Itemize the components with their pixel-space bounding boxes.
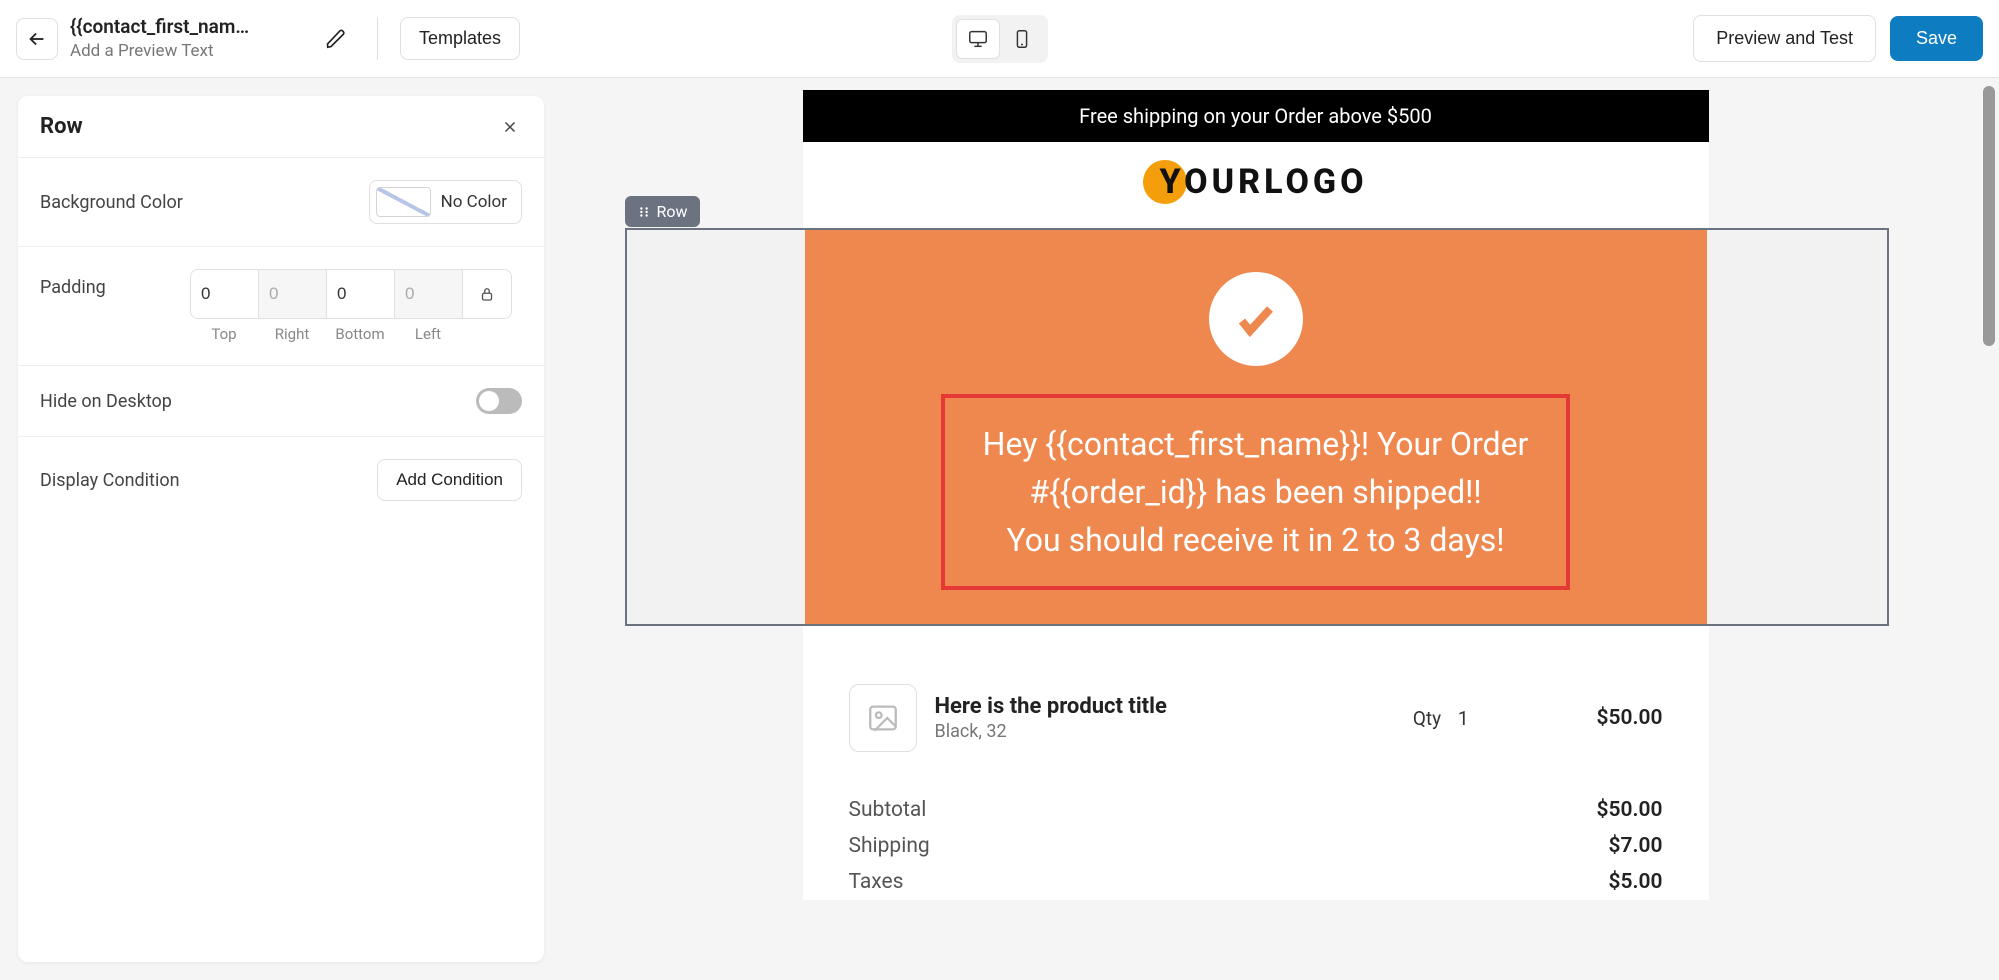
drag-handle-icon [637, 205, 651, 219]
taxes-value: $5.00 [1609, 870, 1663, 894]
close-icon [501, 118, 519, 136]
product-section[interactable]: Here is the product title Black, 32 Qty … [803, 626, 1709, 752]
subtotal-label: Subtotal [849, 798, 927, 822]
padding-top-hint: Top [190, 325, 258, 343]
totals-section[interactable]: Subtotal $50.00 Shipping $7.00 Taxes $5.… [803, 752, 1709, 900]
row-side-left [627, 230, 805, 624]
back-button[interactable] [16, 18, 58, 60]
top-bar: {{contact_first_nam… Add a Preview Text … [0, 0, 1999, 78]
check-circle [1209, 272, 1303, 366]
shipping-label: Shipping [849, 834, 930, 858]
hero-text-block[interactable]: Hey {{contact_first_name}}! Your Order #… [941, 394, 1571, 590]
row-side-right [1707, 230, 1887, 624]
save-button[interactable]: Save [1890, 16, 1983, 61]
desktop-icon [967, 28, 989, 50]
toggle-knob [479, 391, 499, 411]
padding-top-input[interactable] [191, 270, 259, 318]
logo-row[interactable]: YOURLOGO [803, 142, 1709, 228]
padding-right-input[interactable] [259, 270, 327, 318]
product-variant: Black, 32 [935, 721, 1395, 742]
scrollbar-track [1981, 78, 1995, 980]
email-body: Free shipping on your Order above $500 Y… [803, 90, 1709, 900]
hero-line-2: #{{order_id}} has been shipped!! [983, 468, 1529, 516]
arrow-left-icon [26, 28, 48, 50]
taxes-line: Taxes $5.00 [849, 864, 1663, 900]
mobile-icon [1011, 28, 1033, 50]
templates-button[interactable]: Templates [400, 17, 520, 60]
hero-column[interactable]: Hey {{contact_first_name}}! Your Order #… [805, 230, 1707, 624]
display-condition-label: Display Condition [40, 470, 180, 491]
lock-icon [478, 285, 496, 303]
scrollbar-thumb[interactable] [1983, 86, 1995, 346]
canvas[interactable]: Free shipping on your Order above $500 Y… [562, 78, 1999, 980]
properties-panel: Row Background Color No Color Padding [18, 96, 544, 962]
selected-row[interactable]: Hey {{contact_first_name}}! Your Order #… [625, 228, 1889, 626]
check-icon [1232, 295, 1280, 343]
device-toggle [952, 15, 1048, 63]
subtotal-value: $50.00 [1597, 798, 1663, 822]
hide-desktop-label: Hide on Desktop [40, 391, 172, 412]
banner-text: Free shipping on your Order above $500 [1079, 104, 1432, 128]
logo: YOURLOGO [1143, 160, 1367, 204]
panel-title: Row [40, 114, 83, 139]
padding-right-hint: Right [258, 325, 326, 343]
subtotal-line: Subtotal $50.00 [849, 792, 1663, 828]
product-price: $50.00 [1597, 706, 1663, 730]
pencil-icon [325, 28, 347, 50]
preview-text-placeholder[interactable]: Add a Preview Text [70, 40, 270, 62]
product-row: Here is the product title Black, 32 Qty … [849, 684, 1663, 752]
row-tag-label: Row [657, 202, 688, 221]
email-subject: {{contact_first_nam… [70, 15, 270, 40]
shipping-value: $7.00 [1609, 834, 1663, 858]
padding-left-hint: Left [394, 325, 462, 343]
hero-line-1: Hey {{contact_first_name}}! Your Order [983, 420, 1529, 468]
color-swatch-icon [376, 187, 431, 217]
divider [377, 18, 378, 60]
qty-value: 1 [1458, 707, 1469, 730]
edit-subject-button[interactable] [317, 20, 355, 58]
close-panel-button[interactable] [498, 115, 522, 139]
desktop-view-button[interactable] [956, 19, 1000, 59]
mobile-view-button[interactable] [1000, 19, 1044, 59]
padding-label: Padding [40, 269, 190, 298]
padding-lock-button[interactable] [463, 270, 511, 318]
image-icon [866, 701, 900, 735]
taxes-label: Taxes [849, 870, 904, 894]
logo-text: YOURLOGO [1159, 162, 1367, 202]
qty-label: Qty [1413, 707, 1441, 730]
product-title: Here is the product title [935, 694, 1395, 719]
hide-desktop-toggle[interactable] [476, 388, 522, 414]
padding-bottom-hint: Bottom [326, 325, 394, 343]
shipping-line: Shipping $7.00 [849, 828, 1663, 864]
product-image-placeholder [849, 684, 917, 752]
add-condition-button[interactable]: Add Condition [377, 459, 522, 501]
preview-test-button[interactable]: Preview and Test [1693, 15, 1876, 62]
product-qty: Qty 1 [1413, 707, 1469, 730]
padding-bottom-input[interactable] [327, 270, 395, 318]
title-block: {{contact_first_nam… Add a Preview Text [70, 15, 270, 62]
hero-line-3: You should receive it in 2 to 3 days! [983, 516, 1529, 564]
padding-left-input[interactable] [395, 270, 463, 318]
background-color-label: Background Color [40, 192, 183, 213]
row-selection-tag[interactable]: Row [625, 196, 700, 227]
background-color-value: No Color [441, 192, 507, 212]
banner-row[interactable]: Free shipping on your Order above $500 [803, 90, 1709, 142]
background-color-picker[interactable]: No Color [369, 180, 522, 224]
